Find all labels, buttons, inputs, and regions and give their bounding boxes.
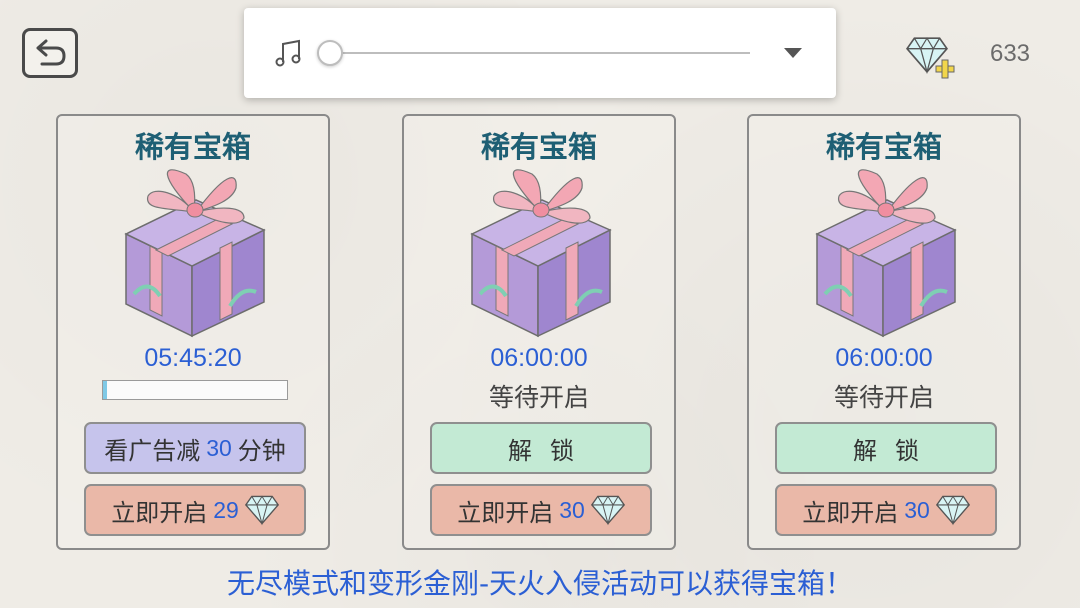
progress-fill [103,381,107,399]
diamond-plus-icon[interactable] [904,32,956,84]
chest-timer: 05:45:20 [144,344,242,372]
ad-label: 看广告减 [104,436,201,465]
music-volume-popup [244,8,836,98]
unlock-button[interactable]: 解锁 [775,422,997,474]
chest-status: 等待开启 [488,383,589,412]
volume-slider-track[interactable] [330,52,750,54]
gem-count: 633 [989,40,1031,67]
chest-title: 稀有宝箱 [825,130,942,164]
chest-card-2: 稀有宝箱 06:00:00 等待开启 解锁 立即开启 30 [402,114,676,550]
chest-timer: 06:00:00 [490,344,588,372]
chest-status: 等待开启 [833,383,934,412]
chest-progress-bar [102,380,288,400]
open-cost: 30 [559,496,585,523]
watch-ad-button[interactable]: 看广告减 30 分钟 [84,422,306,474]
gift-box-icon[interactable] [466,166,616,344]
volume-slider-thumb[interactable] [317,40,343,66]
open-cost: 29 [213,496,239,523]
open-now-button[interactable]: 立即开启 30 [430,484,652,536]
unlock-button[interactable]: 解锁 [430,422,652,474]
chevron-down-icon[interactable] [784,48,802,58]
diamond-icon [245,494,279,526]
open-label: 立即开启 [457,498,554,527]
open-now-button[interactable]: 立即开启 29 [84,484,306,536]
open-now-button[interactable]: 立即开启 30 [775,484,997,536]
unlock-label: 解锁 [508,436,592,465]
open-label: 立即开启 [111,498,208,527]
chest-card-3: 稀有宝箱 06:00:00 等待开启 解锁 立即开启 30 [747,114,1021,550]
open-cost: 30 [904,496,930,523]
unlock-label: 解锁 [853,436,937,465]
chest-title: 稀有宝箱 [480,130,597,164]
chest-title: 稀有宝箱 [134,130,251,164]
gift-box-icon[interactable] [811,166,961,344]
diamond-icon [936,494,970,526]
music-note-icon [275,39,301,67]
chest-card-1: 稀有宝箱 05:45:20 看广告减 30 分钟 立即开启 29 [56,114,330,550]
chest-timer: 06:00:00 [835,344,933,372]
ad-unit: 分钟 [237,436,286,465]
ad-minutes: 30 [206,434,232,461]
open-label: 立即开启 [802,498,899,527]
gift-box-icon[interactable] [120,166,270,344]
footer-tip: 无尽模式和变形金刚-天火入侵活动可以获得宝箱！ [226,567,854,600]
diamond-icon [591,494,625,526]
